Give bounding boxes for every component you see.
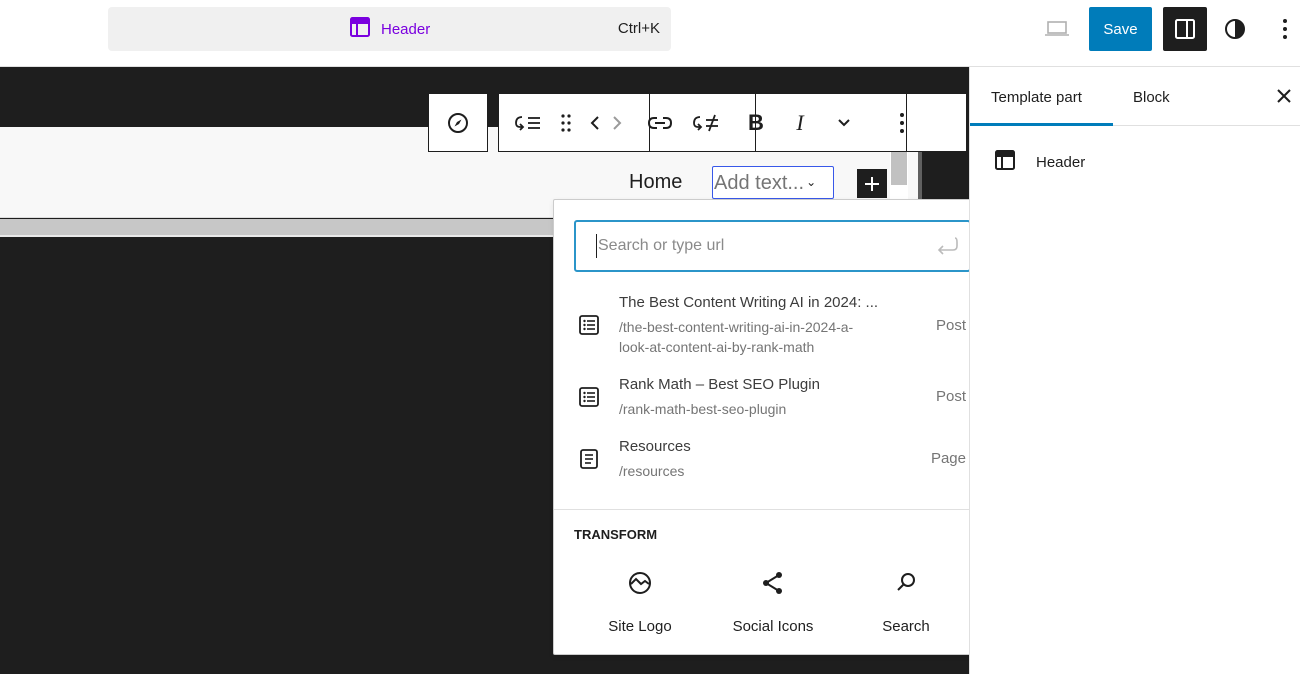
chevron-left-icon[interactable] — [585, 99, 605, 147]
result-url: /the-best-content-writing-ai-in-2024-a- — [619, 319, 854, 335]
search-icon — [841, 570, 971, 598]
result-title: Rank Math – Best SEO Plugin — [619, 376, 820, 393]
canvas-scrollbar-thumb[interactable] — [891, 151, 907, 185]
chevron-down-icon[interactable] — [825, 99, 863, 147]
share-icon — [708, 570, 838, 598]
shortcut-hint: Ctrl+K — [617, 20, 660, 37]
search-result-item[interactable]: The Best Content Writing AI in 2024: ...… — [554, 290, 992, 360]
sidebar-settings-icon[interactable] — [1163, 7, 1207, 51]
result-url: /rank-math-best-seo-plugin — [619, 401, 787, 417]
result-url: /resources — [619, 463, 685, 479]
result-type: Page — [930, 450, 966, 467]
italic-icon[interactable]: I — [781, 99, 819, 147]
chevron-right-icon[interactable] — [605, 99, 629, 147]
drag-handle-icon[interactable] — [547, 99, 585, 147]
result-title: Resources — [619, 438, 691, 455]
search-result-item[interactable]: Rank Math – Best SEO Plugin /rank-math-b… — [554, 372, 992, 424]
styles-contrast-icon[interactable] — [1213, 7, 1257, 51]
link-control-popover: The Best Content Writing AI in 2024: ...… — [553, 199, 993, 655]
result-title: The Best Content Writing AI in 2024: ... — [619, 294, 879, 311]
transform-heading: TRANSFORM — [574, 527, 658, 542]
more-options-icon[interactable] — [1263, 7, 1300, 51]
popover-divider — [554, 509, 992, 510]
more-vertical-icon[interactable] — [883, 99, 921, 147]
transform-site-logo[interactable]: Site Logo — [575, 570, 705, 635]
tab-block[interactable]: Block — [1133, 67, 1170, 126]
transform-social-icons[interactable]: Social Icons — [708, 570, 838, 635]
link-icon[interactable] — [641, 99, 679, 147]
template-part-icon — [994, 149, 1016, 175]
settings-sidebar: Template part Block Header — [969, 67, 1300, 674]
nav-link-input[interactable]: Add text... ⌄ — [712, 166, 834, 199]
tab-template-part[interactable]: Template part — [970, 67, 1113, 126]
save-button[interactable]: Save — [1089, 7, 1152, 51]
url-search-input[interactable] — [596, 234, 906, 258]
command-title: Header — [381, 20, 431, 38]
sidebar-tabs: Template part Block — [970, 67, 1300, 126]
template-part-info: Header — [994, 149, 1085, 175]
transform-label: Site Logo — [608, 618, 672, 635]
compass-icon[interactable] — [429, 99, 487, 147]
top-toolbar: Header Ctrl+K Save — [0, 0, 1300, 67]
nav-link-placeholder: Add text... — [714, 172, 805, 194]
command-palette-bar[interactable]: Header Ctrl+K — [108, 7, 671, 51]
toolbar-separator — [906, 94, 907, 151]
bold-icon[interactable]: B — [737, 99, 775, 147]
result-type: Post — [935, 388, 966, 405]
close-icon[interactable] — [1273, 85, 1295, 112]
post-list-icon — [578, 386, 600, 413]
add-block-button[interactable] — [857, 169, 887, 198]
template-part-title: Header — [1036, 153, 1086, 171]
toolbar-separator — [755, 94, 756, 151]
site-logo-icon — [575, 570, 705, 598]
page-icon — [578, 448, 600, 475]
search-result-item[interactable]: Resources /resources Page — [554, 434, 992, 486]
transform-search[interactable]: Search — [841, 570, 971, 635]
result-type: Post — [935, 317, 966, 334]
transform-label: Search — [882, 618, 930, 635]
block-toolbar: B I — [498, 93, 967, 152]
template-part-icon — [349, 16, 371, 42]
url-search-box[interactable] — [574, 220, 971, 272]
nav-item-home[interactable]: Home — [629, 171, 682, 194]
chevron-down-icon: ⌄ — [806, 175, 817, 189]
submenu-icon[interactable] — [509, 99, 547, 147]
toolbar-parent-group — [428, 93, 488, 152]
result-url: look-at-content-ai-by-rank-math — [619, 339, 815, 355]
post-list-icon — [578, 314, 600, 341]
enter-icon[interactable] — [935, 236, 959, 261]
unlink-icon[interactable] — [687, 99, 725, 147]
command-title-wrap: Header — [349, 7, 430, 51]
transform-label: Social Icons — [732, 618, 814, 635]
toolbar-separator — [649, 94, 650, 151]
desktop-preview-icon[interactable] — [1035, 7, 1079, 51]
